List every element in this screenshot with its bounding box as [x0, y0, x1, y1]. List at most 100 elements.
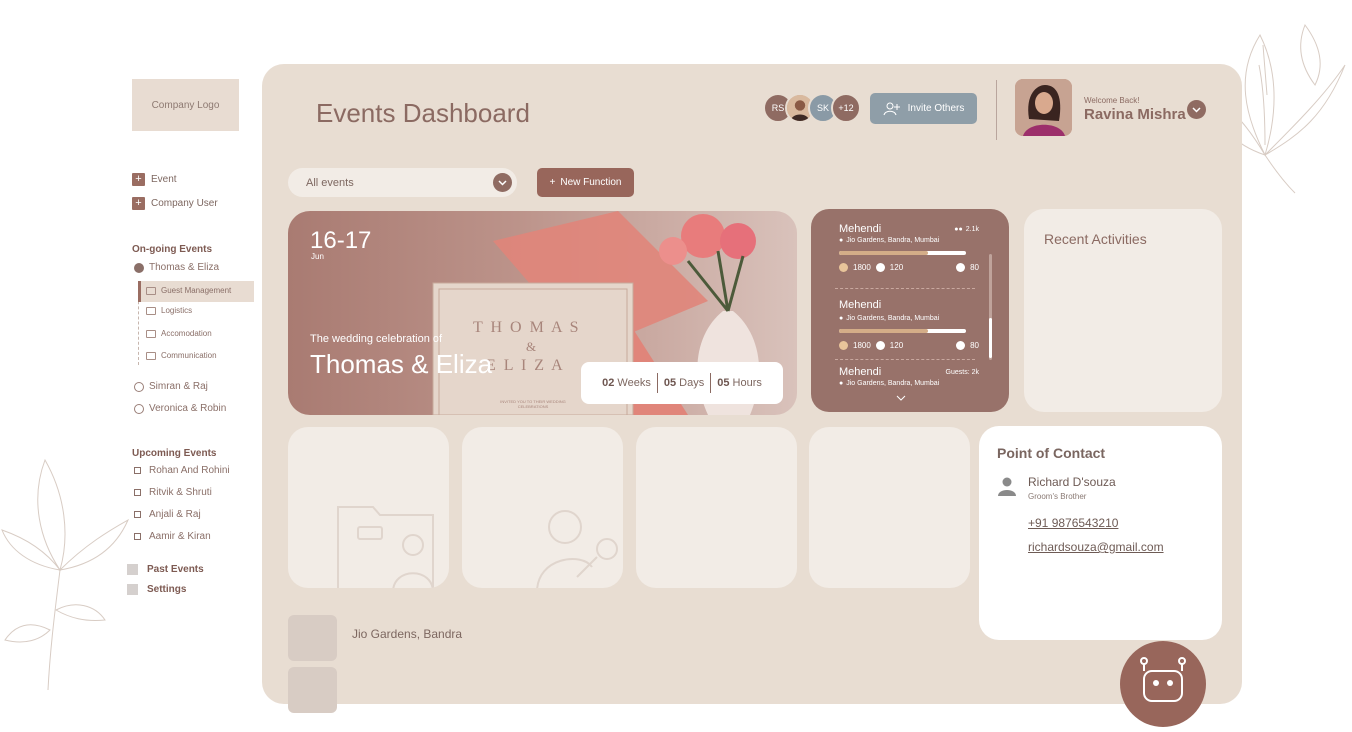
new-function-button[interactable]: + New Function [537, 168, 634, 197]
guest-count-value: Guests: 2k [945, 368, 979, 376]
guest-count: ●● 2.1k [954, 226, 979, 233]
accepted-count: 1800 [853, 341, 871, 350]
location-pin-icon: ● [839, 315, 844, 322]
upcoming-item[interactable]: Ritvik & Shruti [134, 487, 212, 498]
people-icon: ●● [954, 225, 963, 233]
add-event-button[interactable]: + Event [132, 173, 177, 186]
function-stats: 1800 120 80 [839, 341, 979, 350]
avatar-count[interactable]: +12 [831, 93, 861, 123]
declined-count: 120 [889, 263, 904, 272]
submenu-guest-management[interactable]: Guest Management [146, 286, 231, 295]
event-filter-select[interactable]: All events [288, 168, 517, 197]
event-label: Thomas & Eliza [149, 262, 220, 273]
square-icon [134, 489, 141, 496]
accepted-count: 1800 [853, 263, 871, 272]
submenu-label: Logistics [161, 306, 193, 315]
settings-link[interactable]: Settings [127, 584, 186, 595]
tile-guest-management[interactable] [288, 427, 449, 588]
square-icon [134, 533, 141, 540]
upcoming-heading: Upcoming Events [132, 448, 217, 459]
past-events-icon [127, 564, 138, 575]
header-divider [996, 80, 997, 140]
hours-label: Hours [732, 377, 762, 389]
venue-label: Jio Gardens, Bandra [352, 627, 463, 641]
submenu-logistics[interactable]: Logistics [146, 306, 192, 315]
divider [656, 373, 658, 393]
add-event-label: Event [151, 174, 177, 185]
settings-label: Settings [147, 584, 187, 595]
profile-avatar[interactable] [1015, 79, 1072, 136]
event-couple-name: Thomas & Eliza [310, 349, 493, 379]
countdown-timer: 02 Weeks 05 Days 05 Hours [581, 362, 783, 404]
scrollbar-thumb[interactable] [989, 318, 992, 358]
location-pin-icon: ● [839, 380, 844, 387]
page-title: Events Dashboard [316, 98, 530, 128]
profile-menu-button[interactable] [1187, 100, 1206, 119]
days-label: Days [679, 377, 705, 389]
invite-card-small: INVITED YOU TO THEIR WEDDING CELEBRATION… [500, 399, 566, 409]
function-item[interactable]: Mehendi ● Jio Gardens, Bandra, Mumbai 180… [839, 295, 979, 350]
plus-icon: + [132, 197, 145, 210]
square-icon [134, 467, 141, 474]
past-events-label: Past Events [147, 564, 204, 575]
location-text: Jio Gardens, Bandra, Mumbai [846, 380, 940, 387]
upcoming-item[interactable]: Rohan And Rohini [134, 465, 230, 476]
submenu-accomodation[interactable]: Accomodation [146, 329, 212, 338]
progress-fill [839, 329, 928, 333]
event-item-veronica-robin[interactable]: Veronica & Robin [134, 403, 226, 414]
chatbot-button[interactable] [1120, 641, 1206, 727]
clock-icon [956, 263, 966, 272]
recent-activities-title: Recent Activities [1044, 231, 1147, 247]
function-name: Mehendi [839, 223, 882, 235]
event-date: 16-17 [310, 227, 372, 254]
venue-thumbnail[interactable] [288, 667, 337, 713]
progress-bar [839, 251, 966, 255]
settings-icon [127, 584, 138, 595]
select-value: All events [306, 176, 354, 189]
event-submenu: Guest Management Logistics Accomodation … [138, 281, 254, 365]
invite-card-amp: & [526, 339, 537, 354]
invite-others-button[interactable]: Invite Others [870, 93, 977, 124]
check-icon [839, 341, 848, 350]
select-dropdown-button[interactable] [493, 173, 512, 192]
lily-decoration-bottom-left-icon [1, 458, 130, 691]
chevron-down-icon [498, 179, 507, 186]
upcoming-item[interactable]: Aamir & Kiran [134, 531, 211, 542]
weeks-label: Weeks [617, 377, 651, 389]
invite-label: Invite Others [907, 103, 965, 114]
invite-card-line2: E L I Z A [486, 357, 565, 374]
functions-card[interactable]: Mehendi ●● 2.1k ● Jio Gardens, Bandra, Mum… [811, 209, 1009, 412]
location-pin-icon: ● [839, 237, 844, 244]
user-name: Ravina Mishra [1084, 106, 1186, 123]
contact-email-link[interactable]: richardsouza@gmail.com [1028, 540, 1164, 554]
expand-icon [134, 403, 144, 414]
event-subtitle: The wedding celebration of [310, 333, 443, 345]
venue-thumbnail[interactable] [288, 615, 337, 661]
tile-accomodation[interactable] [462, 427, 623, 588]
welcome-text: Welcome Back! [1084, 96, 1140, 105]
new-function-label: New Function [560, 177, 622, 188]
divider [835, 359, 975, 360]
logo-text: Company Logo [151, 99, 220, 111]
event-item-simran-raj[interactable]: Simran & Raj [134, 381, 208, 392]
function-item[interactable]: Mehendi ●● 2.1k ● Jio Gardens, Bandra, Mum… [839, 223, 979, 272]
guest-icon [146, 286, 156, 295]
submenu-communication[interactable]: Communication [146, 351, 217, 360]
company-logo[interactable]: Company Logo [132, 79, 239, 131]
tile-empty[interactable] [636, 427, 797, 588]
profile-photo-icon [1015, 79, 1072, 136]
past-events-link[interactable]: Past Events [127, 564, 204, 575]
add-company-user-button[interactable]: + Company User [132, 197, 218, 210]
chevron-down-icon[interactable] [896, 395, 906, 401]
guest-folder-icon [337, 506, 434, 588]
expand-icon [134, 381, 144, 392]
event-item-thomas-eliza[interactable]: Thomas & Eliza [134, 262, 219, 273]
divider [710, 373, 712, 393]
upcoming-item[interactable]: Anjali & Raj [134, 509, 201, 520]
avatar-count-label: +12 [838, 103, 854, 113]
tile-empty[interactable] [809, 427, 970, 588]
cross-icon [875, 341, 885, 350]
contact-phone-link[interactable]: +91 9876543210 [1028, 516, 1118, 530]
upcoming-label: Anjali & Raj [149, 509, 201, 520]
function-item[interactable]: Mehendi Guests: 2k ● Jio Gardens, Bandra,… [839, 366, 979, 387]
